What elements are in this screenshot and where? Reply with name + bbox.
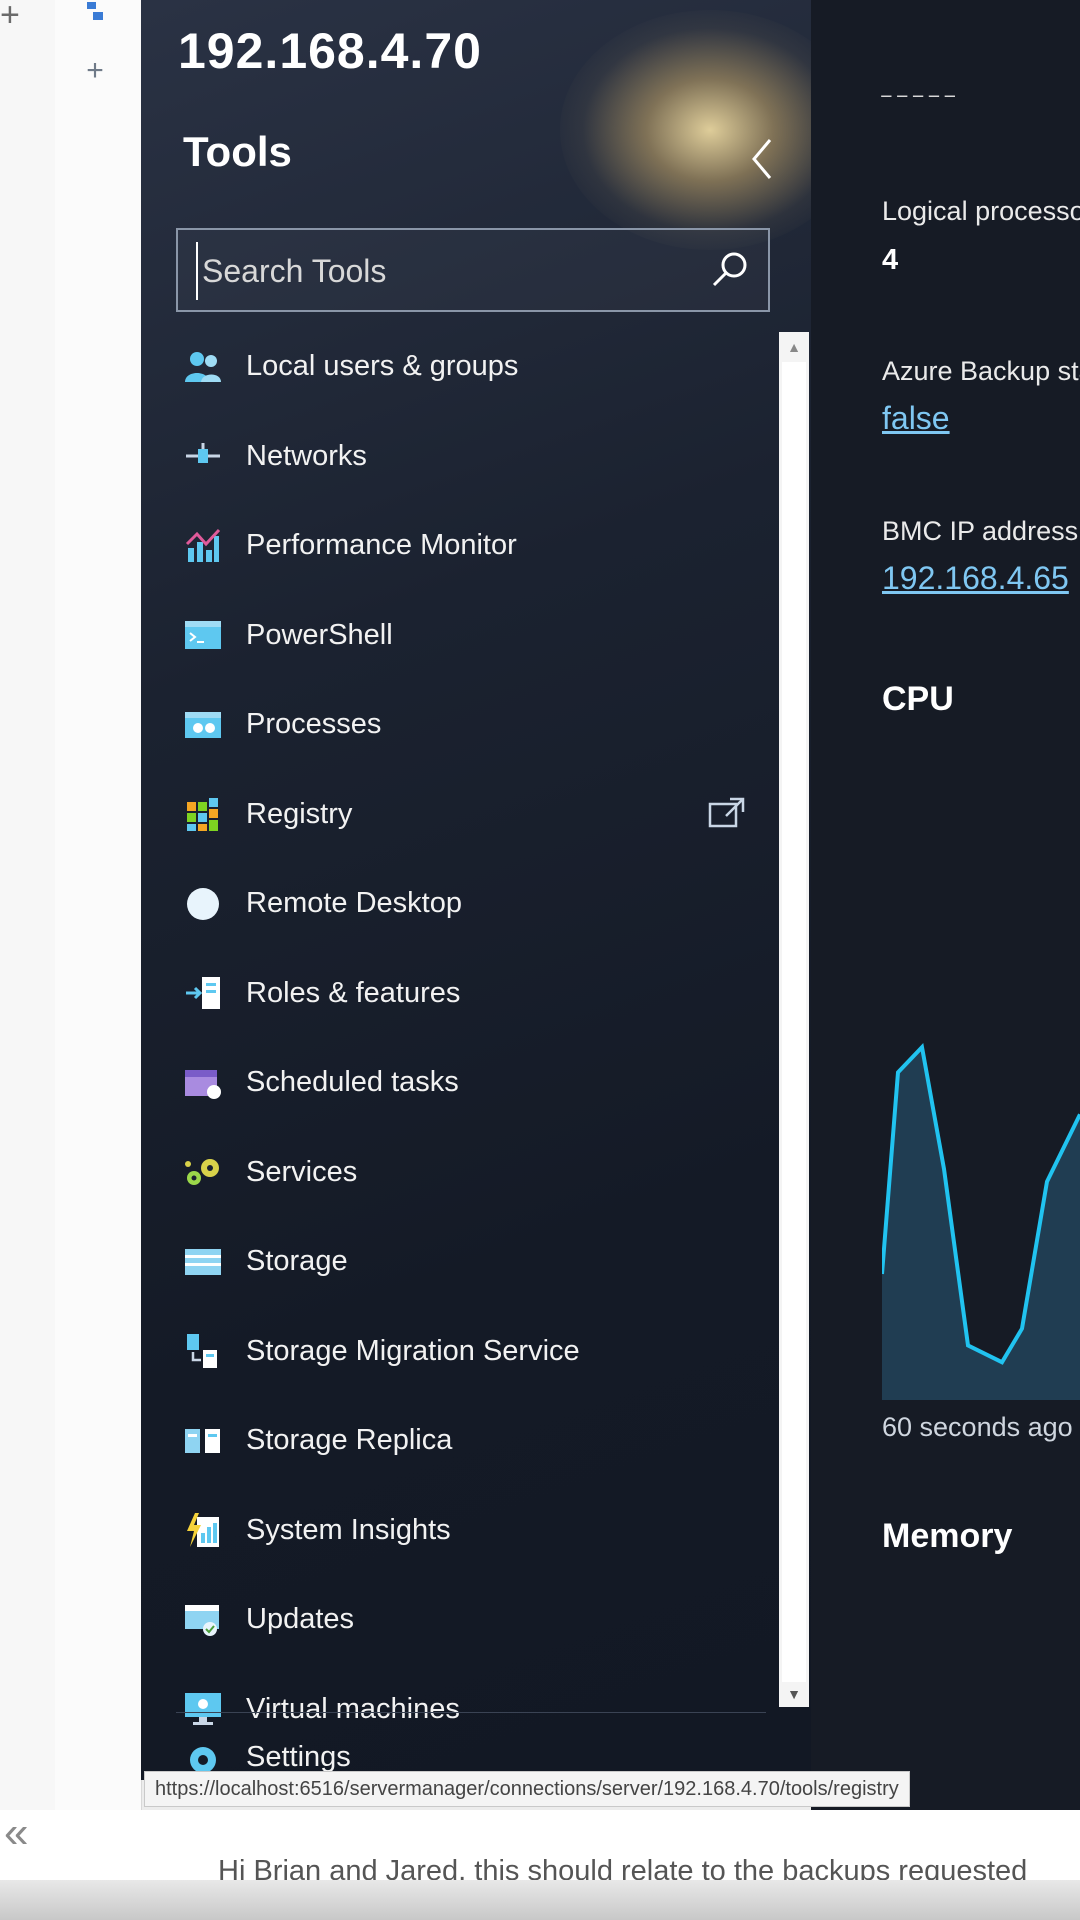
- tool-item-remote-desktop[interactable]: Remote Desktop: [176, 859, 766, 949]
- tool-item-system-insights[interactable]: System Insights: [176, 1486, 766, 1576]
- bmc-ip-label: BMC IP address: [882, 516, 1079, 546]
- users-icon: [184, 348, 222, 386]
- cpu-chart: [882, 1042, 1080, 1400]
- bottom-shadow: [0, 1880, 1080, 1920]
- azure-backup-label: Azure Backup sta: [882, 356, 1080, 386]
- collapse-chevron-icon[interactable]: [744, 134, 780, 184]
- logical-processors-label: Logical processor: [882, 196, 1080, 226]
- left-gutter: [0, 0, 56, 1810]
- tool-label: Storage Migration Service: [246, 1334, 580, 1367]
- add-icon[interactable]: +: [80, 56, 110, 86]
- remote-desktop-icon: [184, 885, 222, 923]
- tools-scrollbar[interactable]: ▲ ▼: [779, 332, 809, 1707]
- tool-item-networks[interactable]: Networks: [176, 412, 766, 502]
- tool-label: Remote Desktop: [246, 887, 462, 920]
- tool-item-local-users[interactable]: Local users & groups: [176, 322, 766, 412]
- tool-item-storage-replica[interactable]: Storage Replica: [176, 1396, 766, 1486]
- network-icon: [184, 437, 222, 475]
- settings-label: Settings: [246, 1741, 351, 1773]
- tool-item-roles-features[interactable]: Roles & features: [176, 949, 766, 1039]
- plus-icon[interactable]: +: [0, 0, 20, 32]
- search-box: [176, 228, 770, 312]
- scroll-up-arrow-icon[interactable]: ▲: [779, 336, 809, 358]
- tool-label: Scheduled tasks: [246, 1066, 459, 1099]
- gears-icon: [184, 1153, 222, 1191]
- tool-label: Local users & groups: [246, 350, 519, 383]
- storage-icon: [184, 1243, 222, 1281]
- updates-icon: [184, 1601, 222, 1639]
- double-chevron-left-icon[interactable]: «: [4, 1808, 28, 1858]
- memory-heading: Memory: [882, 1517, 1013, 1555]
- tool-item-registry[interactable]: Registry: [176, 770, 766, 860]
- cpu-time-label: 60 seconds ago: [882, 1412, 1073, 1442]
- tool-label: Roles & features: [246, 976, 461, 1009]
- tool-item-scheduled-tasks[interactable]: Scheduled tasks: [176, 1038, 766, 1128]
- powershell-icon: [184, 616, 222, 654]
- insights-icon: [184, 1511, 222, 1549]
- open-external-icon[interactable]: [708, 796, 746, 830]
- search-input[interactable]: [196, 242, 704, 300]
- bmc-ip-link[interactable]: 192.168.4.65: [882, 560, 1069, 597]
- tool-label: Updates: [246, 1603, 355, 1636]
- tool-label: Networks: [246, 439, 367, 472]
- migration-icon: [184, 1332, 222, 1370]
- tool-label: PowerShell: [246, 618, 393, 651]
- tool-item-updates[interactable]: Updates: [176, 1575, 766, 1665]
- server-title: 192.168.4.70: [178, 23, 482, 79]
- cpu-chart-area: [882, 1047, 1080, 1400]
- tool-item-services[interactable]: Services: [176, 1128, 766, 1218]
- app-sidebar-strip: [55, 0, 142, 1810]
- tool-item-performance-monitor[interactable]: Performance Monitor: [176, 501, 766, 591]
- tool-label: Storage: [246, 1245, 348, 1278]
- tools-title: Tools: [183, 128, 292, 175]
- azure-backup-link[interactable]: false: [882, 400, 950, 437]
- status-bar-url: https://localhost:6516/servermanager/con…: [144, 1771, 910, 1807]
- tool-label: Registry: [246, 797, 353, 830]
- server-icon[interactable]: [80, 0, 110, 30]
- replica-icon: [184, 1422, 222, 1460]
- cut-off-value: ‾ ‾ ‾ ‾ ‾: [882, 92, 955, 122]
- settings-item[interactable]: Settings: [176, 1712, 766, 1773]
- tool-label: Storage Replica: [246, 1424, 453, 1457]
- scroll-thumb[interactable]: [782, 362, 806, 1682]
- processes-icon: [184, 706, 222, 744]
- roles-icon: [184, 974, 222, 1012]
- calendar-icon: [184, 1064, 222, 1102]
- tool-label: Processes: [246, 708, 382, 741]
- registry-icon: [184, 795, 222, 833]
- scroll-down-arrow-icon[interactable]: ▼: [779, 1683, 809, 1705]
- tool-item-storage[interactable]: Storage: [176, 1217, 766, 1307]
- tool-label: System Insights: [246, 1513, 451, 1546]
- tool-item-storage-migration[interactable]: Storage Migration Service: [176, 1307, 766, 1397]
- tool-list: Local users & groups Networks Performanc…: [176, 322, 766, 1754]
- search-icon[interactable]: [708, 248, 752, 292]
- tool-label: Performance Monitor: [246, 529, 517, 562]
- tool-item-powershell[interactable]: PowerShell: [176, 591, 766, 681]
- tool-item-processes[interactable]: Processes: [176, 680, 766, 770]
- cpu-heading: CPU: [882, 680, 954, 718]
- performance-icon: [184, 527, 222, 565]
- tool-label: Services: [246, 1155, 358, 1188]
- logical-processors-value: 4: [882, 244, 899, 276]
